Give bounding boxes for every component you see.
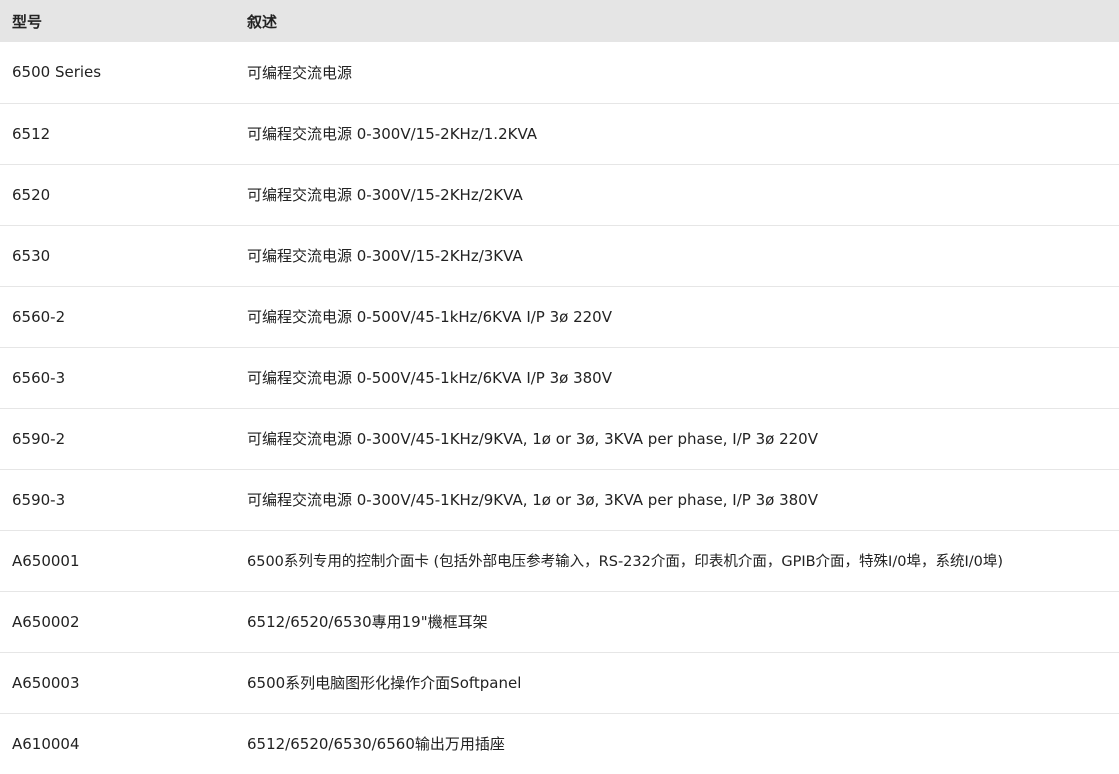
table-row: A610004 6512/6520/6530/6560输出万用插座 <box>0 713 1119 774</box>
table-row: 6560-2 可编程交流电源 0-500V/45-1kHz/6KVA I/P 3… <box>0 286 1119 347</box>
table-row: 6500 Series 可编程交流电源 <box>0 42 1119 103</box>
model-cell: 6560-3 <box>12 368 66 387</box>
header-row: 型号 叙述 <box>0 0 1119 42</box>
description-cell: 可编程交流电源 0-500V/45-1kHz/6KVA I/P 3ø 220V <box>247 308 612 326</box>
model-cell: 6560-2 <box>12 307 66 326</box>
table-row: 6590-2 可编程交流电源 0-300V/45-1KHz/9KVA, 1ø o… <box>0 408 1119 469</box>
model-cell: A610004 <box>12 734 80 753</box>
model-cell: A650003 <box>12 673 80 692</box>
description-cell: 可编程交流电源 0-300V/45-1KHz/9KVA, 1ø or 3ø, 3… <box>247 430 818 448</box>
table-row: 6512 可编程交流电源 0-300V/15-2KHz/1.2KVA <box>0 103 1119 164</box>
table-row: A650002 6512/6520/6530專用19"機框耳架 <box>0 591 1119 652</box>
table-body: 6500 Series 可编程交流电源 6512 可编程交流电源 0-300V/… <box>0 42 1119 774</box>
table-header: 型号 叙述 <box>0 0 1119 42</box>
product-table: 型号 叙述 6500 Series 可编程交流电源 6512 可编程交流电源 0… <box>0 0 1119 774</box>
header-model: 型号 <box>12 12 43 31</box>
model-cell: 6520 <box>12 185 51 204</box>
table-row: A650001 6500系列专用的控制介面卡 (包括外部电压参考输入，RS-23… <box>0 530 1119 591</box>
description-cell: 6512/6520/6530專用19"機框耳架 <box>247 613 488 631</box>
table-row: 6520 可编程交流电源 0-300V/15-2KHz/2KVA <box>0 164 1119 225</box>
description-cell: 可编程交流电源 0-300V/15-2KHz/2KVA <box>247 186 523 204</box>
table-row: A650003 6500系列电脑图形化操作介面Softpanel <box>0 652 1119 713</box>
table-row: 6530 可编程交流电源 0-300V/15-2KHz/3KVA <box>0 225 1119 286</box>
description-cell: 可编程交流电源 0-300V/15-2KHz/1.2KVA <box>247 125 538 143</box>
description-cell: 可编程交流电源 <box>247 63 353 82</box>
model-cell: 6512 <box>12 124 51 143</box>
model-cell: 6500 Series <box>12 63 102 82</box>
model-cell: A650002 <box>12 612 80 631</box>
description-cell: 6512/6520/6530/6560输出万用插座 <box>247 735 505 754</box>
header-description: 叙述 <box>247 12 278 31</box>
model-cell: 6590-2 <box>12 429 66 448</box>
table-row: 6590-3 可编程交流电源 0-300V/45-1KHz/9KVA, 1ø o… <box>0 469 1119 530</box>
description-cell: 6500系列电脑图形化操作介面Softpanel <box>247 674 522 692</box>
model-cell: 6590-3 <box>12 490 66 509</box>
description-cell: 可编程交流电源 0-500V/45-1kHz/6KVA I/P 3ø 380V <box>247 369 612 387</box>
description-cell: 可编程交流电源 0-300V/45-1KHz/9KVA, 1ø or 3ø, 3… <box>247 491 818 509</box>
model-cell: 6530 <box>12 246 51 265</box>
description-cell: 6500系列专用的控制介面卡 (包括外部电压参考输入，RS-232介面，印表机介… <box>247 554 1003 570</box>
description-cell: 可编程交流电源 0-300V/15-2KHz/3KVA <box>247 247 523 265</box>
table-row: 6560-3 可编程交流电源 0-500V/45-1kHz/6KVA I/P 3… <box>0 347 1119 408</box>
model-cell: A650001 <box>12 551 80 570</box>
